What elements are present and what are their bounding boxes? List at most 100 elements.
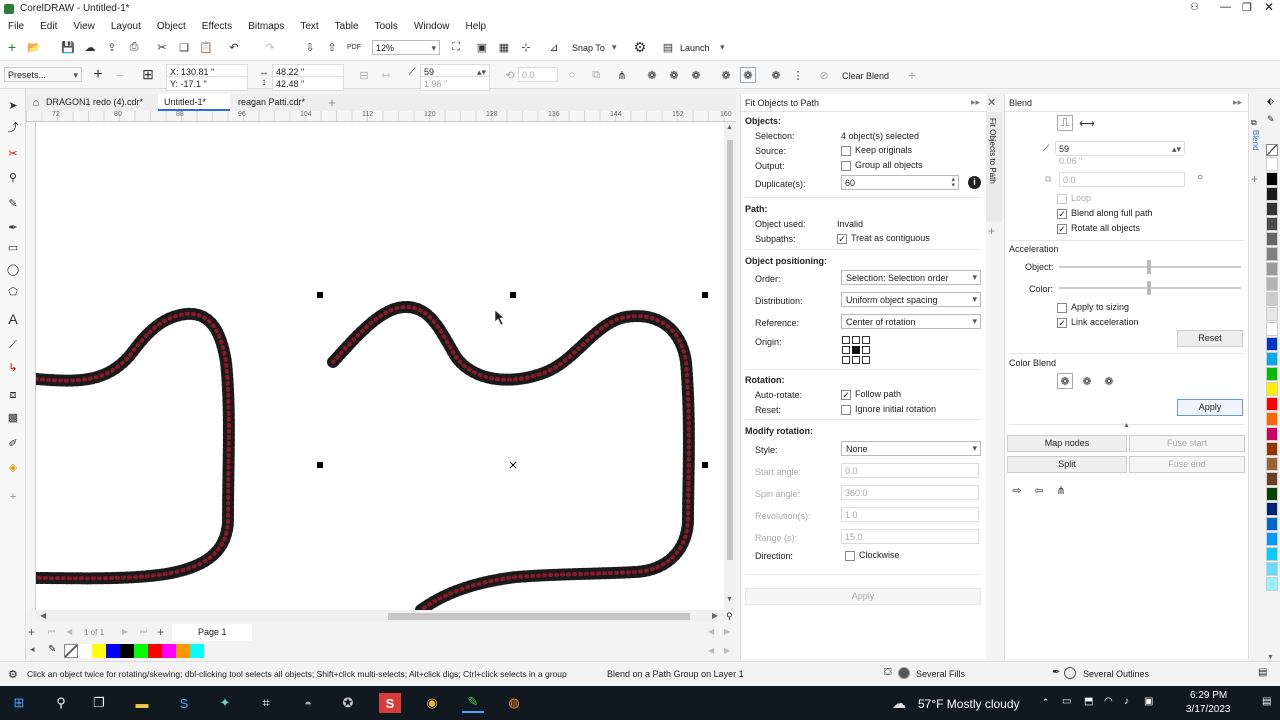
no-color-swatch[interactable]	[64, 644, 78, 658]
palette-swatch[interactable]	[1266, 382, 1278, 396]
palette-scroll-left-icon[interactable]: ◀	[708, 646, 714, 655]
vertical-scrollbar[interactable]: ▲	[724, 122, 736, 610]
lock-ratio-icon[interactable]: ⊟	[356, 67, 372, 83]
duplicates-field[interactable]: 60 ▴ ▾	[841, 175, 959, 190]
acceleration-icon[interactable]: ⋔	[614, 67, 630, 83]
new-document-icon[interactable]: +	[4, 39, 20, 55]
full-screen-icon[interactable]: ▣	[474, 39, 490, 55]
fill-bucket-icon[interactable]: ⛋	[884, 667, 892, 678]
palette-eyedropper-icon[interactable]: ✎	[1267, 114, 1275, 125]
maximize-button[interactable]: ❐	[1242, 1, 1252, 14]
path-properties-icon[interactable]: ⋔	[1053, 482, 1069, 498]
rotate-all-objects-checkbox[interactable]: ✓ Rotate all objects	[1057, 223, 1140, 234]
palette-swatch[interactable]	[176, 644, 190, 658]
launch-dropdown[interactable]: Launch	[680, 43, 710, 53]
collapse-icon[interactable]: ▲	[1123, 422, 1130, 429]
zoom-corner-icon[interactable]: ⚲	[726, 611, 733, 622]
clear-blend-button[interactable]: Clear Blend	[842, 71, 889, 81]
volume-icon[interactable]: ♪	[1124, 696, 1129, 707]
palette-swatch[interactable]	[1266, 307, 1278, 321]
palette-swatch[interactable]	[1266, 172, 1278, 186]
menu-text[interactable]: Text	[292, 21, 326, 32]
launch-icon[interactable]: ▤	[660, 39, 676, 55]
crop-tool-icon[interactable]: ✂	[5, 145, 21, 161]
palette-scroll-icon[interactable]: ▼	[1267, 654, 1274, 661]
palette-swatch[interactable]	[1266, 337, 1278, 351]
palette-swatch[interactable]	[1266, 502, 1278, 516]
add-page-after-icon[interactable]: +	[157, 625, 164, 639]
horizontal-scrollbar[interactable]: ◀ ▶	[36, 610, 724, 622]
launch-chevron-icon[interactable]: ▾	[720, 42, 725, 53]
docker-tab-icon[interactable]: ⧉	[1251, 118, 1257, 128]
copy-blend-icon[interactable]: ⋮	[790, 67, 806, 83]
snap-icon[interactable]: ⊿	[546, 39, 562, 55]
palette-swatch[interactable]	[1266, 487, 1278, 501]
scroll-left-icon[interactable]: ◀	[40, 611, 46, 620]
copy-icon[interactable]: ❏	[176, 39, 192, 55]
blend-spacing-mode-icon[interactable]: ⟷	[1079, 115, 1095, 131]
docker-close-icon[interactable]: ✕	[987, 96, 996, 109]
coreldraw-taskbar-icon[interactable]: ✎	[462, 693, 484, 713]
palette-swatch[interactable]	[1266, 292, 1278, 306]
palette-swatch[interactable]	[1266, 187, 1278, 201]
taskbar-app-icon[interactable]: ✦	[214, 693, 236, 713]
color-direct-icon[interactable]: ❁	[1057, 373, 1073, 389]
minimize-button[interactable]: —	[1220, 1, 1231, 13]
menu-help[interactable]: Help	[458, 21, 495, 32]
task-view-icon[interactable]: ❐	[88, 693, 110, 713]
polygon-tool-icon[interactable]: ⬠	[5, 283, 21, 299]
blend-color-clockwise-icon[interactable]: ❁	[666, 67, 682, 83]
palette-menu-icon[interactable]: ◂	[30, 644, 35, 655]
cloud-icon[interactable]: ☁	[82, 39, 98, 55]
add-page-before-icon[interactable]: +	[28, 625, 35, 639]
blend-rotation-field[interactable]: 0.0	[518, 67, 558, 82]
tray-icon[interactable]: ⬒	[1084, 696, 1093, 707]
ellipse-tool-icon[interactable]: ◯	[5, 261, 21, 277]
style-dropdown[interactable]: None	[841, 441, 981, 456]
chrome-icon[interactable]: ◉	[421, 693, 443, 713]
upload-icon[interactable]: ⇪	[104, 39, 120, 55]
palette-swatch[interactable]	[1266, 247, 1278, 261]
snap-chevron-icon[interactable]: ▾	[612, 42, 617, 53]
apply-to-sizing-checkbox[interactable]: Apply to sizing	[1057, 302, 1129, 313]
page-scroll-left-icon[interactable]: ◀	[708, 627, 714, 636]
map-nodes-button[interactable]: Map nodes	[1007, 435, 1127, 452]
palette-swatch[interactable]	[1266, 217, 1278, 231]
tab-untitled-1[interactable]: Untitled-1*	[158, 94, 230, 111]
fuse-end-button[interactable]: Fuse end	[1129, 456, 1245, 473]
freehand-tool-icon[interactable]: ✎	[5, 195, 21, 211]
text-tool-icon[interactable]: A	[5, 311, 21, 327]
info-icon[interactable]: i	[968, 176, 981, 189]
keep-originals-checkbox[interactable]: Keep originals	[841, 145, 912, 156]
palette-swatch[interactable]	[1266, 322, 1278, 336]
prev-page-icon[interactable]: ◀	[66, 627, 72, 636]
tray-battery-icon[interactable]: ▭	[1062, 696, 1071, 707]
palette-swatch[interactable]	[1266, 352, 1278, 366]
blend-expand-icon[interactable]: ▸▸	[1233, 97, 1242, 108]
presets-dropdown[interactable]: Presets... ▾	[4, 67, 82, 82]
direct-blend-icon[interactable]: ⧉	[588, 67, 604, 83]
blend-color-counter-icon[interactable]: ❁	[688, 67, 704, 83]
palette-swatch[interactable]	[1266, 457, 1278, 471]
more-blend-options-icon[interactable]: ❁	[768, 67, 784, 83]
page-tab[interactable]: Page 1	[172, 624, 252, 641]
vertical-scroll-thumb[interactable]	[727, 140, 733, 560]
blend-apply-button[interactable]: Apply	[1177, 399, 1243, 416]
wifi-icon[interactable]: ◠	[1104, 696, 1113, 707]
spin-angle-field[interactable]: 360.0	[841, 485, 979, 500]
interactive-fill-icon[interactable]: ◈	[5, 459, 21, 475]
tab-dragon1[interactable]: DRAGON1 redo (4).cdr*	[40, 94, 158, 111]
palette-swatch[interactable]	[1266, 472, 1278, 486]
loop-blend-icon[interactable]: ○	[564, 67, 580, 83]
y-position-field[interactable]: Y: -17.1 "	[166, 76, 248, 91]
user-icon[interactable]: ⚇	[1190, 2, 1199, 13]
add-tool-icon[interactable]: +	[5, 489, 21, 505]
connector-tool-icon[interactable]: ↳	[5, 359, 21, 375]
guides-icon[interactable]: ⊹	[518, 39, 534, 55]
add-icon[interactable]: +	[904, 67, 920, 83]
palette-swatch[interactable]	[1266, 277, 1278, 291]
object-origin-icon[interactable]: ⊞	[140, 66, 156, 82]
import-icon[interactable]: ⇩	[302, 39, 318, 55]
follow-path-checkbox[interactable]: ✓ Follow path	[841, 389, 901, 400]
scroll-down-icon[interactable]: ▼	[726, 596, 733, 603]
